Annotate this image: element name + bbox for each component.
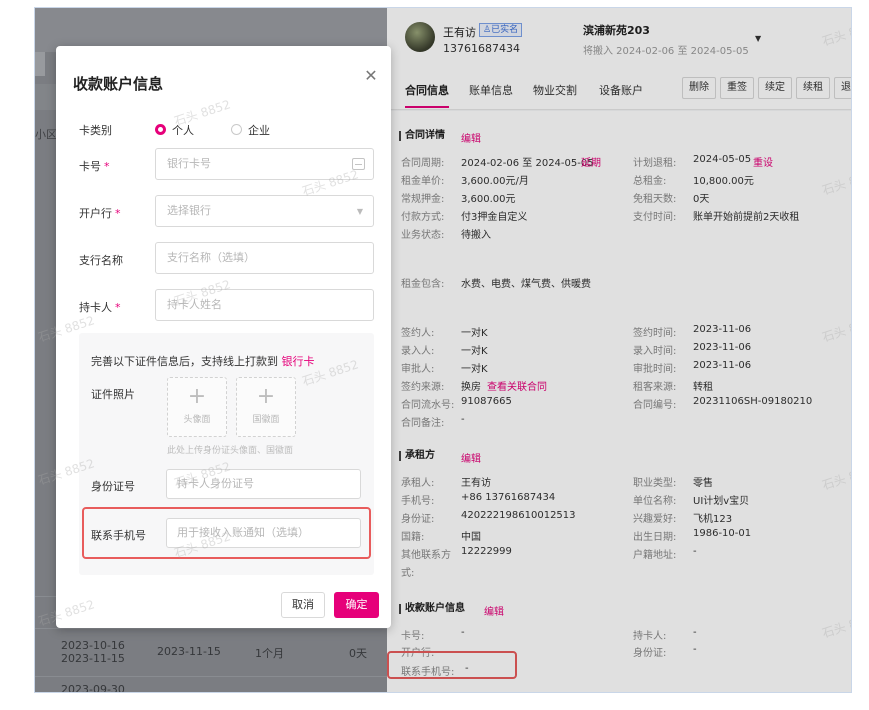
- plus-icon: +: [256, 384, 276, 409]
- branch-label: 支行名称: [79, 254, 123, 267]
- watermark: 石头 8852: [172, 97, 233, 129]
- modal-title: 收款账户信息: [73, 75, 164, 93]
- placeholder: 选择银行: [167, 204, 211, 217]
- cert-photo-label: 证件照片: [91, 388, 135, 401]
- card-type-company-radio[interactable]: 企业: [231, 122, 270, 138]
- required-mark: *: [104, 160, 110, 173]
- card-type-label: 卡类别: [79, 124, 112, 137]
- upload-caption: 头像面: [183, 415, 211, 425]
- chevron-down-icon: ▼: [356, 207, 363, 216]
- bank-card-link[interactable]: 银行卡: [282, 355, 315, 368]
- label-text: 开户行: [79, 207, 112, 220]
- radio-checked-icon: [155, 124, 166, 135]
- upload-front[interactable]: + 头像面: [167, 377, 227, 437]
- placeholder: 银行卡号: [167, 157, 211, 170]
- cert-note-text: 完善以下证件信息后，支持线上打款到: [91, 355, 278, 368]
- branch-input[interactable]: 支行名称（选填）: [155, 242, 374, 274]
- placeholder: 支行名称（选填）: [167, 251, 255, 264]
- required-mark: *: [115, 301, 121, 314]
- radio-label: 企业: [248, 124, 270, 137]
- id-no-label: 身份证号: [91, 480, 135, 493]
- close-icon[interactable]: ✕: [361, 66, 381, 86]
- cert-note: 完善以下证件信息后，支持线上打款到 银行卡: [91, 353, 315, 369]
- label-text: 持卡人: [79, 301, 112, 314]
- account-info-modal: 收款账户信息 ✕ 卡类别 个人 企业 卡号 * 银行卡号 开户行 * 选择银行 ▼ 支…: [56, 46, 391, 628]
- card-no-label: 卡号 *: [79, 158, 110, 174]
- app-frame: 小区 2023-10-16 2023-11-15 2023-11-15 1个月 …: [34, 7, 852, 693]
- plus-icon: +: [187, 384, 207, 409]
- confirm-button[interactable]: 确定: [334, 592, 379, 618]
- radio-unchecked-icon: [231, 124, 242, 135]
- required-mark: *: [115, 207, 121, 220]
- label-text: 卡号: [79, 160, 101, 173]
- upload-back[interactable]: + 国徽面: [236, 377, 296, 437]
- upload-caption: 国徽面: [252, 415, 280, 425]
- cancel-button[interactable]: 取消: [281, 592, 325, 618]
- bank-select[interactable]: 选择银行 ▼: [155, 195, 374, 227]
- bank-label: 开户行 *: [79, 205, 121, 221]
- upload-hint: 此处上传身份证头像面、国徽面: [167, 446, 294, 456]
